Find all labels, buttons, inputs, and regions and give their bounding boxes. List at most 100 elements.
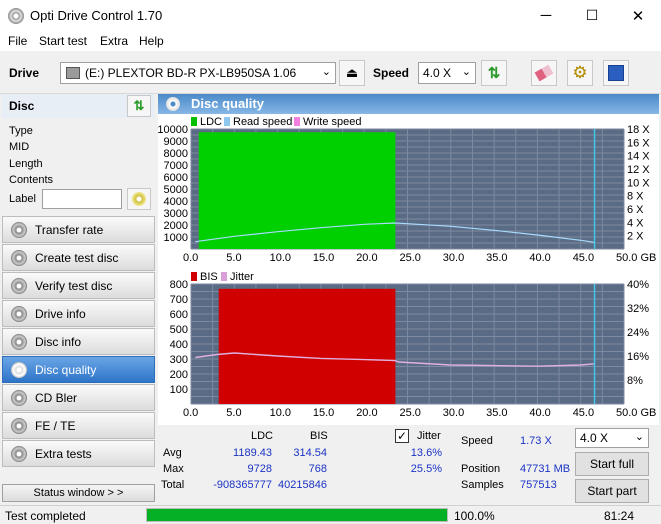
legend-swatch-read-speed (224, 117, 230, 126)
nav-transfer-rate[interactable]: Transfer rate (2, 216, 155, 243)
x-tick: 5.0 (226, 407, 241, 419)
x-tick: 15.0 (313, 252, 334, 264)
disc-icon (11, 445, 27, 462)
nav-cd-bler[interactable]: CD Bler (2, 384, 155, 411)
y-tick-left: 800 (170, 279, 188, 291)
disc-title: Disc (9, 99, 35, 113)
x-tick: 40.0 (529, 407, 550, 419)
save-button[interactable] (603, 60, 629, 86)
y-tick-left: 4000 (164, 196, 188, 208)
main-title: Disc quality (191, 96, 264, 111)
disc-icon (132, 192, 146, 206)
x-tick: 20.0 (356, 252, 377, 264)
menu-bar: File Start test Extra Help (0, 31, 661, 51)
nav-drive-info[interactable]: Drive info (2, 300, 155, 327)
menu-file[interactable]: File (8, 34, 27, 48)
start-part-button[interactable]: Start part (575, 479, 649, 503)
speed-stat-value: 1.73 X (520, 435, 552, 447)
status-window-button[interactable]: Status window > > (2, 484, 155, 502)
total-bis: 40215846 (278, 479, 327, 491)
floppy-disk-icon (608, 65, 624, 81)
chevron-down-icon: ⌄ (461, 66, 471, 78)
y-tick-left: 200 (170, 369, 188, 381)
test-speed-select[interactable]: 4.0 X ⌄ (575, 428, 649, 448)
settings-button[interactable]: ⚙ (567, 60, 593, 86)
nav-label: Transfer rate (35, 222, 104, 237)
test-speed-value: 4.0 X (580, 431, 609, 445)
disc-icon (11, 417, 27, 434)
legend-ldc: LDC (200, 116, 222, 128)
x-tick: 45.0 (573, 407, 594, 419)
y-tick-right: 16 X (627, 137, 650, 149)
samples-value: 757513 (520, 479, 557, 491)
disc-icon (11, 249, 27, 266)
bis-bar (218, 288, 396, 404)
y-tick-right: 10 X (627, 177, 650, 189)
progress-percent: 100.0% (454, 509, 495, 523)
nav-fe-te[interactable]: FE / TE (2, 412, 155, 439)
window-title: Opti Drive Control 1.70 (30, 8, 163, 23)
nav-disc-quality[interactable]: Disc quality (2, 356, 155, 383)
x-tick: 30.0 (443, 252, 464, 264)
status-bar: Test completed 100.0% 81:24 (0, 505, 661, 524)
nav-disc-info[interactable]: Disc info (2, 328, 155, 355)
legend-swatch-ldc (191, 117, 197, 126)
menu-extra[interactable]: Extra (100, 34, 128, 48)
nav-label: Disc quality (35, 362, 97, 377)
nav-verify-test-disc[interactable]: Verify test disc (2, 272, 155, 299)
x-tick: 20.0 (356, 407, 377, 419)
start-full-button[interactable]: Start full (575, 452, 649, 476)
close-button[interactable]: ✕ (615, 0, 661, 31)
nav-label: Create test disc (35, 250, 119, 265)
x-tick: 5.0 (226, 252, 241, 264)
legend-read-speed: Read speed (233, 116, 292, 128)
disc-icon (11, 361, 27, 378)
samples-label: Samples (461, 479, 504, 491)
disc-refresh-button[interactable]: ⇅ (127, 95, 151, 117)
y-tick-right: 16% (627, 351, 649, 363)
x-tick: 35.0 (486, 407, 507, 419)
disc-length-label: Length (9, 158, 43, 170)
bis-chart: 100 200 300 400 500 600 700 800 8% 16% 24% 32% 40% 0.… (170, 279, 657, 419)
y-tick-left: 8000 (164, 148, 188, 160)
menu-help[interactable]: Help (139, 34, 164, 48)
x-tick: 45.0 (573, 252, 594, 264)
eject-button[interactable]: ⏏ (339, 60, 365, 86)
y-tick-right: 12 X (627, 164, 650, 176)
speed-select[interactable]: 4.0 X ⌄ (418, 62, 476, 84)
jitter-checkbox[interactable]: ✓ (395, 429, 409, 443)
checkmark-icon: ✓ (396, 429, 408, 443)
menu-start-test[interactable]: Start test (39, 34, 87, 48)
erase-button[interactable] (531, 60, 557, 86)
x-tick: 50.0 GB (616, 252, 656, 264)
y-tick-right: 8% (627, 375, 643, 387)
y-tick-right: 2 X (627, 231, 644, 243)
y-tick-left: 700 (170, 294, 188, 306)
app-icon (8, 8, 24, 24)
row-total: Total (161, 479, 185, 491)
legend-swatch-bis (191, 272, 197, 281)
jitter-label: Jitter (417, 430, 441, 442)
maximize-button[interactable]: ☐ (569, 0, 615, 31)
nav-extra-tests[interactable]: Extra tests (2, 440, 155, 467)
y-tick-right: 14 X (627, 151, 650, 163)
drive-select[interactable]: (E:) PLEXTOR BD-R PX-LB950SA 1.06 ⌄ (60, 62, 336, 84)
disc-icon (166, 97, 180, 111)
nav-create-test-disc[interactable]: Create test disc (2, 244, 155, 271)
disc-icon (11, 305, 27, 322)
y-tick-left: 10000 (158, 124, 188, 136)
elapsed-time: 81:24 (604, 509, 635, 523)
y-tick-left: 500 (170, 324, 188, 336)
minimize-button[interactable]: ─ (523, 0, 569, 31)
x-tick: 25.0 (400, 407, 421, 419)
nav-label: Drive info (35, 306, 86, 321)
refresh-speed-button[interactable]: ⇅ (481, 60, 507, 86)
y-tick-left: 7000 (164, 160, 188, 172)
disc-label-button[interactable] (127, 188, 151, 210)
y-tick-right: 4 X (627, 217, 644, 229)
legend-jitter: Jitter (230, 271, 254, 283)
disc-icon (11, 389, 27, 406)
disc-icon (11, 277, 27, 294)
drive-icon (66, 67, 80, 79)
disc-label-input[interactable] (42, 189, 122, 209)
